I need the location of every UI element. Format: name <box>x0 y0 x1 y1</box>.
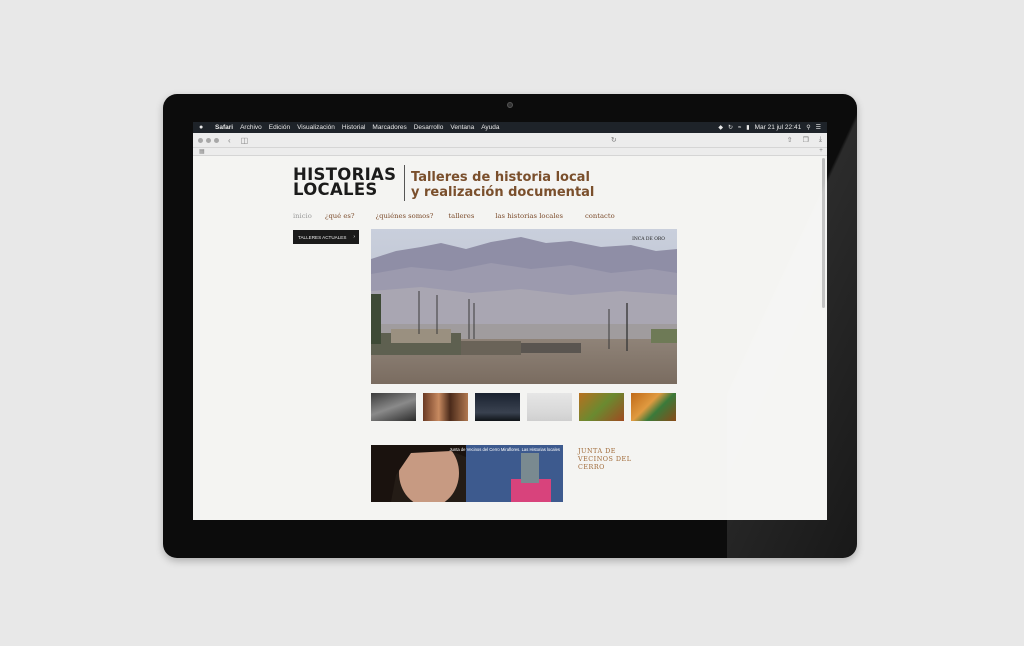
apple-icon[interactable]: ● <box>199 124 207 131</box>
menu-visualizacion[interactable]: Visualización <box>297 124 335 131</box>
nav-contacto[interactable]: contacto <box>585 212 615 220</box>
sidebar-icon[interactable]: ◫ <box>241 136 249 145</box>
thumbnail-3[interactable] <box>475 393 520 421</box>
spotlight-icon[interactable]: ⚲ <box>806 124 810 131</box>
nav-inicio[interactable]: inicio <box>293 212 312 220</box>
talleres-actuales-button[interactable]: TALLERES ACTUALES › <box>293 230 359 244</box>
favorites-bar: ▦ + <box>193 148 827 156</box>
thumbnail-1[interactable] <box>371 393 416 421</box>
chevron-left-icon[interactable]: ‹ <box>228 136 231 145</box>
menu-safari[interactable]: Safari <box>215 124 233 131</box>
menu-ayuda[interactable]: Ayuda <box>481 124 499 131</box>
menu-desarrollo[interactable]: Desarrollo <box>414 124 444 131</box>
site-tagline: Talleres de historia local y realización… <box>411 170 594 200</box>
grid-icon[interactable]: ▦ <box>199 148 205 155</box>
battery-icon[interactable]: ▮ <box>746 124 749 131</box>
close-window-button[interactable] <box>198 137 203 143</box>
talleres-actuales-label: TALLERES ACTUALES <box>298 234 347 240</box>
camera-dot <box>507 102 513 108</box>
monitor-frame: ● Safari Archivo Edición Visualización H… <box>163 94 857 558</box>
website: HISTORIAS LOCALES Talleres de historia l… <box>193 157 823 520</box>
main-nav: inicio ¿qué es? ¿quiénes somos? talleres… <box>293 212 615 220</box>
menu-bar: ● Safari Archivo Edición Visualización H… <box>193 122 827 133</box>
window-controls <box>198 137 219 143</box>
menu-archivo[interactable]: Archivo <box>240 124 262 131</box>
nav-talleres[interactable]: talleres <box>448 212 474 220</box>
site-logo[interactable]: HISTORIAS LOCALES <box>293 166 396 199</box>
thumbnail-2[interactable] <box>423 393 468 421</box>
hero-image[interactable]: INCA DE ORO <box>371 229 677 384</box>
dropbox-icon[interactable]: ◆ <box>718 124 723 131</box>
thumbnail-strip <box>371 393 676 421</box>
tabs-icon[interactable]: ❐ <box>803 136 809 144</box>
share-icon[interactable]: ⇧ <box>787 136 793 144</box>
screen: ● Safari Archivo Edición Visualización H… <box>193 122 827 520</box>
tagline-line-2: y realización documental <box>411 185 595 200</box>
zoom-window-button[interactable] <box>214 137 219 143</box>
logo-divider <box>404 165 405 201</box>
minimize-window-button[interactable] <box>206 137 211 143</box>
feature-image[interactable]: Junta de Vecinos del Cerro Miraflores. L… <box>371 445 563 502</box>
sync-icon[interactable]: ↻ <box>728 124 733 131</box>
clock[interactable]: Mar 21 jul 22:41 <box>755 124 802 131</box>
plus-icon[interactable]: + <box>817 148 825 155</box>
thumbnail-6[interactable] <box>631 393 676 421</box>
feature-title[interactable]: JUNTA DE VECINOS DEL CERRO <box>578 447 638 471</box>
feature-portrait <box>371 445 563 502</box>
thumbnail-4[interactable] <box>527 393 572 421</box>
notification-center-icon[interactable]: ☰ <box>816 124 821 131</box>
menu-ventana[interactable]: Ventana <box>450 124 474 131</box>
download-icon[interactable]: ⤓ <box>819 136 822 144</box>
menu-marcadores[interactable]: Marcadores <box>372 124 406 131</box>
reload-icon[interactable]: ↻ <box>611 136 617 144</box>
menu-edicion[interactable]: Edición <box>269 124 290 131</box>
address-bar[interactable]: ↻ <box>288 136 757 144</box>
nav-las-historias-locales[interactable]: las historias locales <box>495 212 563 220</box>
hero-landscape <box>371 229 677 384</box>
nav-quienes-somos[interactable]: ¿quiénes somos? <box>376 212 434 220</box>
status-tray: ◆ ↻ ≈ ▮ Mar 21 jul 22:41 ⚲ ☰ <box>718 124 821 131</box>
feature-caption: Junta de Vecinos del Cerro Miraflores. L… <box>449 447 560 452</box>
wifi-icon[interactable]: ≈ <box>738 125 741 131</box>
nav-que-es[interactable]: ¿qué es? <box>325 212 355 220</box>
arrow-right-icon: › <box>353 234 355 240</box>
hero-location-label: INCA DE ORO <box>632 237 665 242</box>
logo-line-2: LOCALES <box>293 180 378 199</box>
menu-historial[interactable]: Historial <box>342 124 365 131</box>
browser-toolbar: ‹ ◫ ↻ ⇧ ❐ ⤓ <box>193 133 827 148</box>
tagline-line-1: Talleres de historia local <box>411 170 590 185</box>
thumbnail-5[interactable] <box>579 393 624 421</box>
